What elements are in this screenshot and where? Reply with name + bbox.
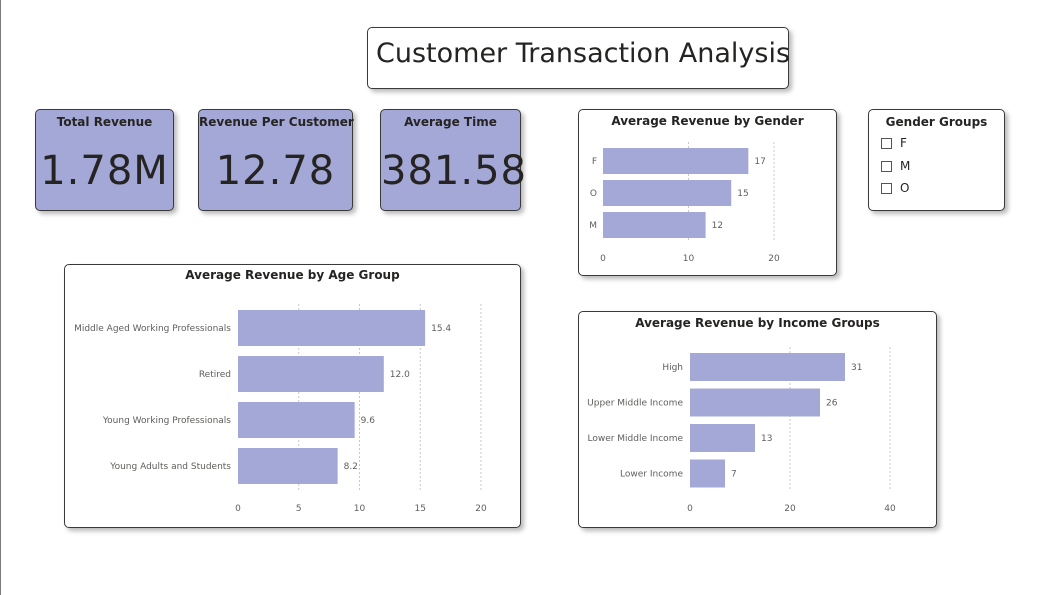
x-tick-label: 10 [683,254,695,264]
kpi-label: Revenue Per Customer [199,115,354,129]
category-label: Upper Middle Income [587,399,683,409]
bar [603,212,706,238]
slicer-option-label: O [900,181,910,195]
category-label: High [662,363,683,373]
category-label: Retired [199,370,231,380]
bar [238,310,426,346]
data-label: 31 [851,363,862,373]
age-group-bar-chart: 0 5 10 15 20 Middle Aged Working Professional… [74,304,487,514]
x-tick-label: 5 [296,504,302,514]
bar [238,448,338,484]
category-label: M [589,221,597,231]
slicer-option-f[interactable]: F [881,136,907,150]
category-label: Middle Aged Working Professionals [74,324,231,334]
kpi-value: 1.78M [40,148,169,194]
x-tick-label: 0 [687,504,693,514]
kpi-value: 381.58 [381,148,527,194]
data-label: 13 [761,434,772,444]
checkbox[interactable] [881,182,892,194]
gender-slicer: Gender Groups F M O [868,109,1005,211]
category-label: Young Working Professionals [102,416,231,426]
category-label: F [592,157,597,167]
kpi-card-total-revenue[interactable]: Total Revenue 1.78M [35,109,174,211]
data-label: 8.2 [344,462,358,472]
bar [603,180,732,206]
category-label: Young Adults and Students [109,462,231,472]
kpi-card-average-time[interactable]: Average Time 381.58 [380,109,527,211]
bar [690,459,725,488]
income-group-bar-chart: 0 20 40 High 31 Upper Middle Income 26 Lower Mi… [587,347,896,514]
gender-bar-chart: 0 10 20 F 17 O 15 M 12 [589,142,780,264]
x-tick-label: 20 [768,254,780,264]
chart-panel-age-group[interactable]: Average Revenue by Age Group 0 5 10 15 20 Mid… [64,264,521,528]
data-label: 7 [731,470,737,480]
kpi-label: Total Revenue [56,115,153,129]
kpi-card-revenue-per-customer[interactable]: Revenue Per Customer 12.78 [198,109,354,211]
bar [690,353,845,381]
data-label: 15.4 [431,324,451,334]
report-title-box: Customer Transaction Analysis [367,27,791,89]
page-left-border [0,0,1,595]
kpi-label: Average Time [404,115,497,129]
data-label: 12.0 [390,370,410,380]
chart-panel-income-groups[interactable]: Average Revenue by Income Groups 0 20 40 Hi… [578,311,937,528]
x-tick-label: 15 [415,504,426,514]
bar [690,388,820,417]
category-label: O [590,189,597,199]
page-title: Customer Transaction Analysis [376,38,791,69]
chart-panel-gender[interactable]: Average Revenue by Gender 0 10 20 F 17 O 15 M 12 [578,109,837,276]
category-label: Lower Income [620,470,683,480]
x-tick-label: 0 [235,504,241,514]
slicer-option-label: M [900,159,911,173]
checkbox[interactable] [881,137,892,149]
bar [238,356,384,392]
slicer-option-m[interactable]: M [881,159,910,173]
bar [238,402,355,438]
kpi-value: 12.78 [215,148,336,194]
bar [690,424,755,452]
bar [603,148,749,174]
x-tick-label: 0 [600,254,606,264]
data-label: 17 [754,157,765,167]
slicer-title: Gender Groups [885,115,988,129]
x-tick-label: 20 [784,504,796,514]
data-label: 9.6 [361,416,376,426]
category-label: Lower Middle Income [587,434,683,444]
slicer-option-label: F [900,136,907,150]
slicer-option-o[interactable]: O [881,181,909,195]
x-tick-label: 20 [475,504,487,514]
checkbox[interactable] [881,160,892,172]
data-label: 12 [712,221,723,231]
x-tick-label: 40 [884,504,896,514]
data-label: 26 [826,399,838,409]
x-tick-label: 10 [354,504,366,514]
data-label: 15 [737,189,748,199]
